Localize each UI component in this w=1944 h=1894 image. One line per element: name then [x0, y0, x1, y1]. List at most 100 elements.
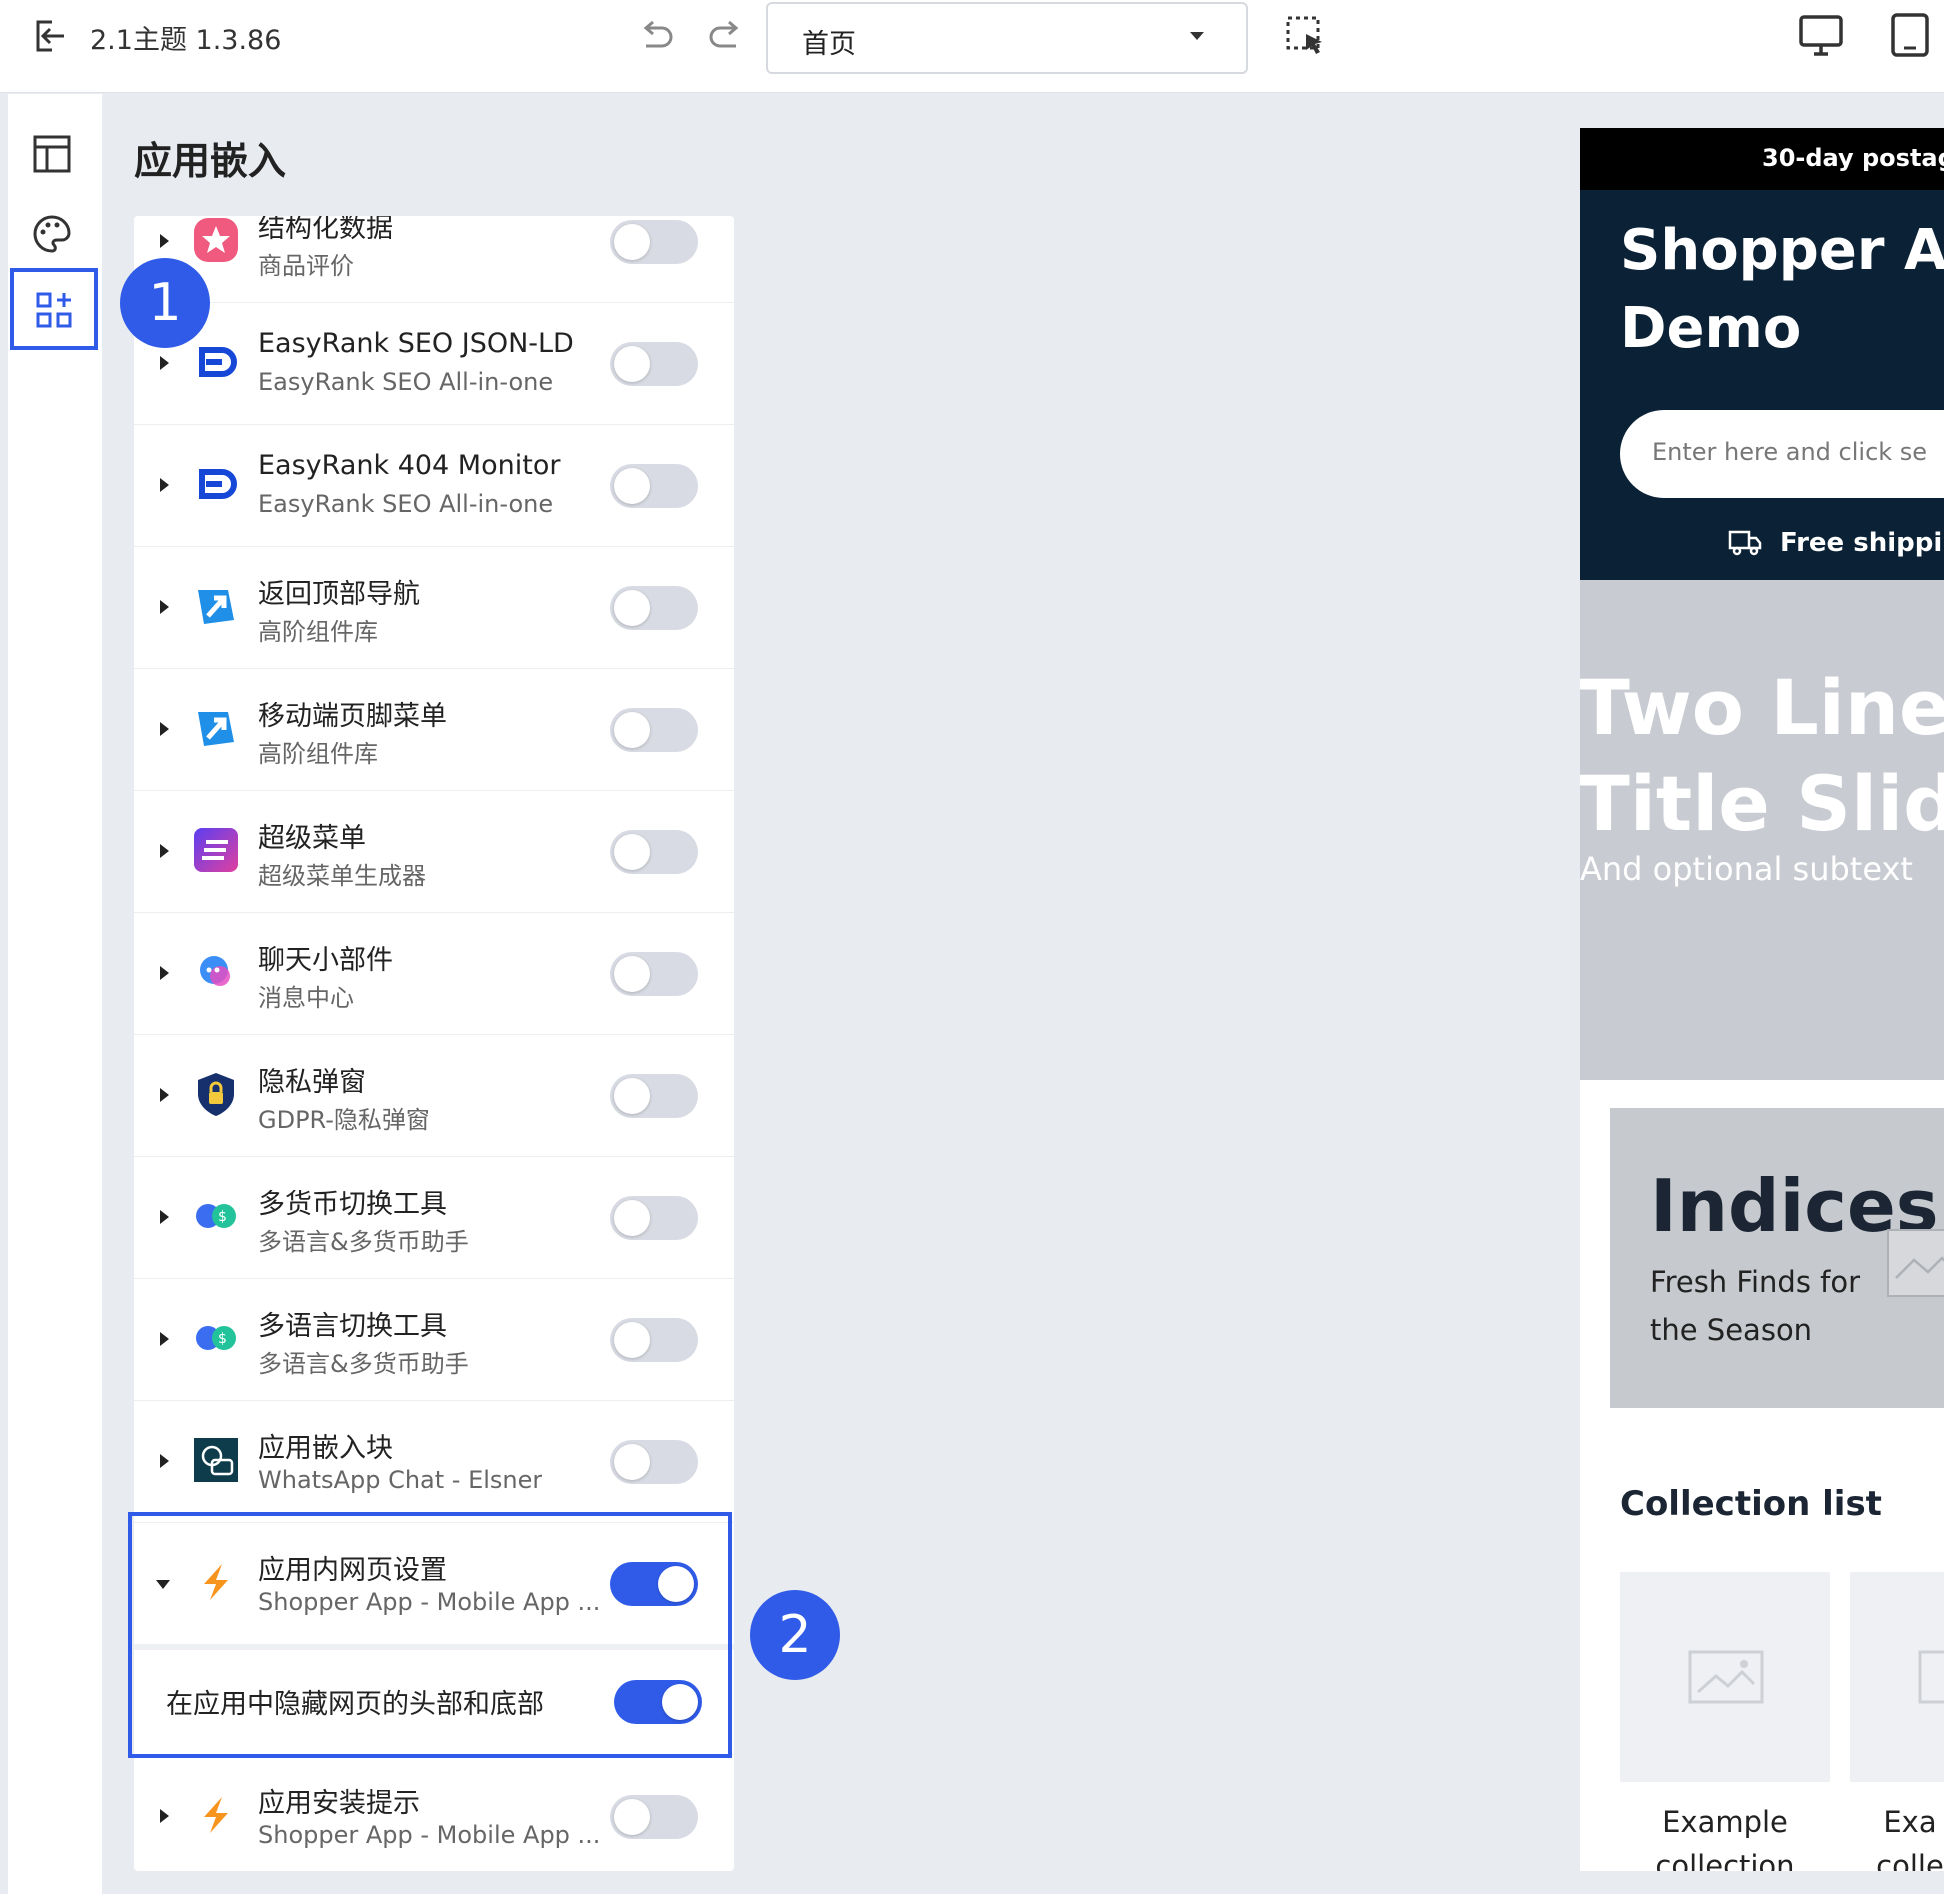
expand-caret-icon[interactable]: [160, 1809, 169, 1823]
page-select[interactable]: 首页: [766, 2, 1248, 74]
app-title: 应用嵌入块: [258, 1433, 393, 1464]
undo-icon[interactable]: [636, 18, 676, 54]
chevron-down-icon: [1190, 32, 1204, 40]
expand-caret-icon[interactable]: [160, 1088, 169, 1102]
app-row-language-switcher[interactable]: $ 多语言切换工具 多语言&多货币助手: [134, 1278, 734, 1401]
sidebar-layout-button[interactable]: [8, 114, 102, 194]
theme-title: 2.1主题 1.3.86: [90, 25, 282, 56]
app-toggle[interactable]: [610, 586, 698, 630]
slide-subtext: And optional subtext: [1580, 850, 1913, 888]
desktop-view-icon[interactable]: [1798, 14, 1844, 58]
svg-text:$: $: [218, 1331, 227, 1347]
collection-card-label: Example collection: [1655, 1805, 1795, 1871]
chat-app-icon: [200, 956, 230, 986]
app-toggle[interactable]: [610, 1196, 698, 1240]
app-title: 多语言切换工具: [258, 1311, 447, 1342]
app-subtitle: WhatsApp Chat - Elsner: [258, 1466, 543, 1494]
app-row-mega-menu[interactable]: 超级菜单 超级菜单生成器: [134, 790, 734, 913]
app-title: 聊天小部件: [258, 945, 393, 976]
app-subtitle: 高阶组件库: [258, 618, 378, 646]
store-search-input[interactable]: Enter here and click se: [1620, 410, 1944, 498]
image-placeholder-icon: [1688, 1650, 1764, 1704]
redo-icon[interactable]: [706, 18, 746, 54]
shopper-app-icon: [204, 1564, 228, 1600]
collapse-caret-icon[interactable]: [156, 1580, 170, 1589]
expand-caret-icon[interactable]: [160, 1332, 169, 1346]
collection-card[interactable]: [1850, 1572, 1944, 1782]
page-select-value: 首页: [802, 29, 856, 60]
app-title: 应用内网页设置: [258, 1555, 447, 1586]
app-toggle[interactable]: [610, 220, 698, 264]
app-row-easyrank-404[interactable]: EasyRank 404 Monitor EasyRank SEO All-in…: [134, 424, 734, 547]
truck-icon: [1728, 530, 1762, 556]
expand-caret-icon[interactable]: [160, 1210, 169, 1224]
exit-icon[interactable]: [30, 16, 70, 56]
step-badge-2: 2: [750, 1590, 840, 1680]
expand-caret-icon[interactable]: [160, 234, 169, 248]
layout-icon: [33, 135, 71, 173]
app-row-currency-switcher[interactable]: $ 多货币切换工具 多语言&多货币助手: [134, 1156, 734, 1279]
app-toggle[interactable]: [610, 952, 698, 996]
app-row-back-to-top[interactable]: 返回顶部导航 高阶组件库: [134, 546, 734, 669]
app-row-mobile-footer-menu[interactable]: 移动端页脚菜单 高阶组件库: [134, 668, 734, 791]
image-placeholder-icon: [1887, 1229, 1944, 1297]
app-toggle[interactable]: [610, 1074, 698, 1118]
app-toggle[interactable]: [610, 708, 698, 752]
language-currency-app-icon: $: [196, 1204, 236, 1228]
app-row-in-app-web-settings[interactable]: 应用内网页设置 Shopper App - Mobile App ...: [134, 1522, 734, 1644]
svg-text:$: $: [218, 1209, 227, 1225]
left-sidebar: [8, 94, 102, 1894]
app-toggle[interactable]: [610, 1440, 698, 1484]
app-subtitle: Shopper App - Mobile App ...: [258, 1588, 598, 1616]
app-row-embed-block[interactable]: 应用嵌入块 WhatsApp Chat - Elsner: [134, 1400, 734, 1523]
panel-title: 应用嵌入: [134, 139, 287, 183]
setting-toggle[interactable]: [614, 1680, 702, 1724]
app-row-easyrank-jsonld[interactable]: EasyRank SEO JSON-LD EasyRank SEO All-in…: [134, 302, 734, 425]
expand-caret-icon[interactable]: [160, 600, 169, 614]
store-title: Shopper A Demo: [1620, 218, 1944, 361]
app-title: 移动端页脚菜单: [258, 701, 447, 732]
app-title: 结构化数据: [258, 216, 393, 244]
expand-caret-icon[interactable]: [160, 722, 169, 736]
expand-caret-icon[interactable]: [160, 356, 169, 370]
easyrank-app-icon: [199, 469, 237, 499]
hero-slideshow[interactable]: Two Line Title Slide And optional subtex…: [1580, 580, 1944, 1080]
sidebar-theme-style-button[interactable]: [8, 194, 102, 274]
app-title: 隐私弹窗: [258, 1067, 366, 1098]
tablet-view-icon[interactable]: [1890, 12, 1930, 58]
whatsapp-chat-app-icon: [194, 1438, 238, 1482]
app-toggle[interactable]: [610, 342, 698, 386]
shield-lock-app-icon: [198, 1073, 234, 1116]
app-subtitle: 超级菜单生成器: [258, 862, 426, 890]
expand-caret-icon[interactable]: [160, 966, 169, 980]
app-row-chat-widget[interactable]: 聊天小部件 消息中心: [134, 912, 734, 1035]
sidebar-app-embeds-button[interactable]: [10, 268, 98, 350]
setting-hide-header-footer: 在应用中隐藏网页的头部和底部: [134, 1644, 734, 1762]
expand-caret-icon[interactable]: [160, 1454, 169, 1468]
app-toggle[interactable]: [610, 1562, 698, 1606]
app-row-install-prompt[interactable]: 应用安装提示 Shopper App - Mobile App ...: [134, 1754, 734, 1871]
expand-caret-icon[interactable]: [160, 844, 169, 858]
app-subtitle: 多语言&多货币助手: [258, 1350, 469, 1378]
store-header: Shopper A Demo Enter here and click se F…: [1580, 190, 1944, 580]
language-currency-app-icon: $: [196, 1326, 236, 1350]
app-row-privacy-popup[interactable]: 隐私弹窗 GDPR-隐私弹窗: [134, 1034, 734, 1157]
collection-card[interactable]: [1620, 1572, 1830, 1782]
expand-caret-icon[interactable]: [160, 478, 169, 492]
app-row-structured-data[interactable]: 结构化数据 商品评价: [134, 216, 734, 303]
app-title: 返回顶部导航: [258, 579, 420, 610]
search-placeholder: Enter here and click se: [1652, 438, 1928, 466]
app-subtitle: 高阶组件库: [258, 740, 378, 768]
mega-menu-app-icon: [194, 828, 238, 872]
app-toggle[interactable]: [610, 1795, 698, 1839]
app-title: EasyRank SEO JSON-LD: [258, 328, 574, 359]
app-toggle[interactable]: [610, 830, 698, 874]
select-element-icon[interactable]: [1284, 14, 1328, 58]
component-library-app-icon: [198, 712, 234, 746]
step-badge-1: 1: [120, 258, 210, 348]
collection-list-title: Collection list: [1620, 1484, 1882, 1524]
app-toggle[interactable]: [610, 464, 698, 508]
app-subtitle: 多语言&多货币助手: [258, 1228, 469, 1256]
free-shipping-text: Free shippi: [1780, 528, 1943, 558]
app-toggle[interactable]: [610, 1318, 698, 1362]
